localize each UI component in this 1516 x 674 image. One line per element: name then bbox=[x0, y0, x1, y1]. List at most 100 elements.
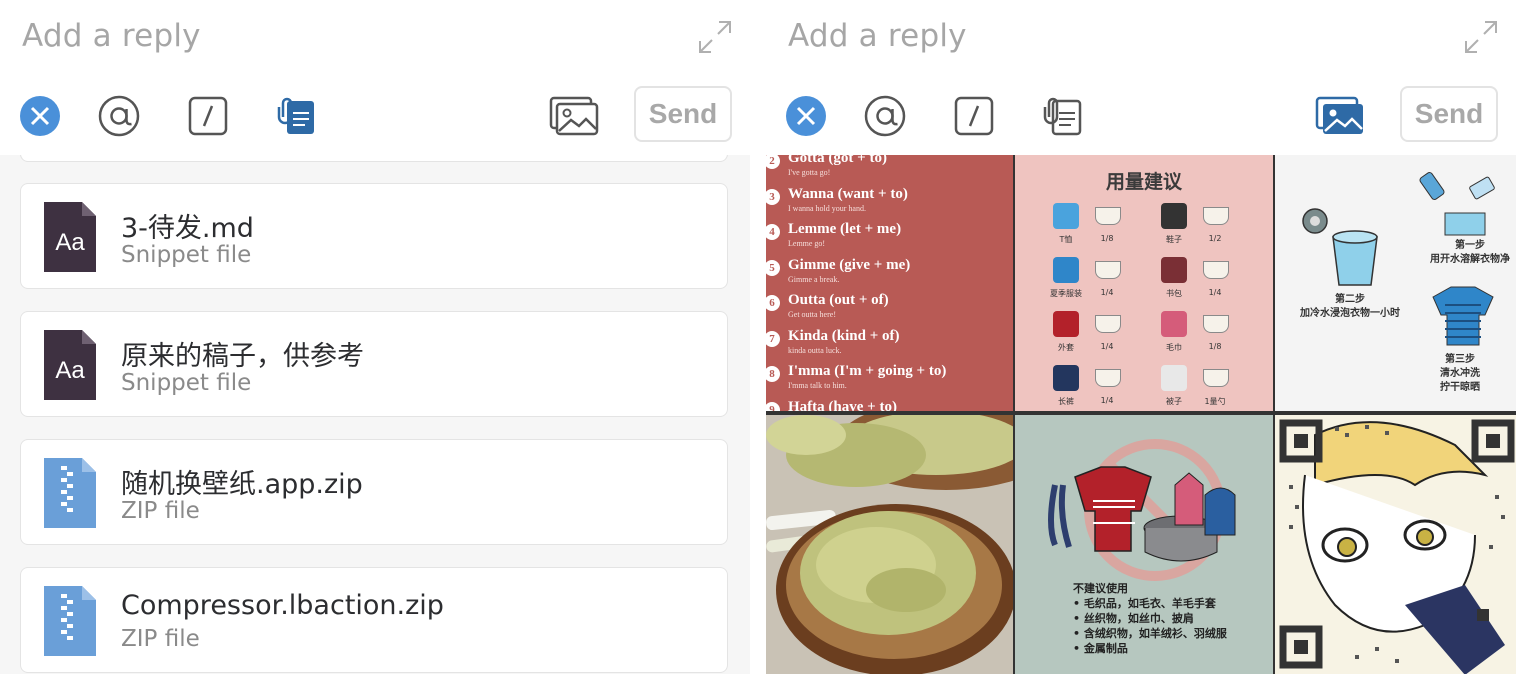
expand-icon[interactable] bbox=[696, 18, 734, 56]
dosage-label: 外套 bbox=[1058, 343, 1074, 352]
photo-tile-avocado[interactable] bbox=[766, 415, 1013, 674]
scoop-icon bbox=[1095, 315, 1121, 333]
not-recommended-block: 不建议使用 • 毛织品，如毛衣、羊毛手套 • 丝织物，如丝巾、披肩 • 含绒织物… bbox=[1073, 581, 1227, 656]
snippet-file-icon: Aa bbox=[44, 330, 96, 400]
scoop-icon bbox=[1095, 261, 1121, 279]
dosage-label: 鞋子 bbox=[1166, 235, 1182, 244]
dosage-label: 夏季服装 bbox=[1050, 289, 1082, 298]
phrase-text: Wanna (want + to) bbox=[788, 185, 908, 202]
step-text: 加冷水浸泡衣物一小时 bbox=[1300, 308, 1400, 319]
photo-tile-contractions[interactable]: 2 Gotta (got + to) I've gotta go! 3 Wanna (w… bbox=[766, 155, 1013, 411]
step-text: 用开水溶解衣物净 bbox=[1430, 254, 1510, 265]
file-name: 3-待发.md bbox=[121, 213, 254, 244]
phrase-example: I wanna hold your hand. bbox=[788, 203, 866, 213]
step-item: 第三步 清水冲洗 拧干晾晒 bbox=[1405, 353, 1515, 395]
phrase-row: 8 I'mma (I'm + going + to) I'mma talk to h… bbox=[766, 360, 1013, 394]
close-icon[interactable] bbox=[19, 95, 61, 137]
garment-icon bbox=[1161, 203, 1187, 229]
garment-icon bbox=[1053, 203, 1079, 229]
not-recommended-item: • 金属制品 bbox=[1073, 642, 1128, 655]
dosage-amount: 1/4 bbox=[1100, 288, 1114, 297]
snippet-thumb-text: Aa bbox=[55, 357, 85, 384]
dosage-amount: 1/2 bbox=[1208, 234, 1222, 243]
slash-command-icon[interactable] bbox=[953, 95, 995, 137]
phrase-number: 2 bbox=[766, 155, 780, 169]
step-item: 第一步用开水溶解衣物净 bbox=[1415, 239, 1516, 267]
phrase-example: Get outta here! bbox=[788, 310, 836, 319]
reply-input[interactable]: Add a reply bbox=[22, 18, 201, 54]
phrase-example: I've gotta go! bbox=[788, 168, 831, 177]
photo-icon[interactable] bbox=[1315, 95, 1365, 137]
not-recommended-title: 不建议使用 bbox=[1073, 582, 1128, 595]
panel-divider bbox=[750, 0, 766, 674]
step-title: 第二步 bbox=[1335, 294, 1365, 305]
list-item[interactable] bbox=[20, 155, 728, 162]
file-name: Compressor.lbaction.zip bbox=[121, 590, 444, 621]
phrase-text: Lemme (let + me) bbox=[788, 221, 902, 237]
dosage-amount: 1/8 bbox=[1100, 234, 1114, 243]
not-recommended-item: • 含绒织物，如羊绒衫、羽绒服 bbox=[1073, 627, 1227, 640]
photo-grid: 2 Gotta (got + to) I've gotta go! 3 Wanna (w… bbox=[766, 155, 1516, 674]
attachments-list: Aa 3-待发.md Snippet file Aa 原来的稿子，供参考 Sni… bbox=[0, 155, 750, 674]
phrase-text: Gotta (got + to) bbox=[788, 155, 887, 166]
send-button[interactable]: Send bbox=[1400, 86, 1498, 142]
not-recommended-item: • 丝织物，如丝巾、披肩 bbox=[1073, 612, 1194, 625]
dosage-item: 鞋子 1/2 bbox=[1155, 201, 1255, 251]
phrase-row: 5 Gimme (give + me) Gimme a break. bbox=[766, 254, 1013, 288]
photo-tile-dosage[interactable]: 用量建议 T恤 1/8 鞋子 1/2 夏季服装 1/4 书包 1/4 外套 1/4 毛巾 1/8 长裤 1… bbox=[1015, 155, 1273, 411]
phrase-row: 4 Lemme (let + me) Lemme go! bbox=[766, 218, 1013, 252]
phrase-row: 6 Outta (out + of) Get outta here! bbox=[766, 289, 1013, 323]
phrase-number: 4 bbox=[766, 224, 780, 240]
dosage-item: 毛巾 1/8 bbox=[1155, 309, 1255, 359]
mention-icon[interactable] bbox=[98, 95, 140, 137]
dosage-amount: 1/8 bbox=[1208, 342, 1222, 351]
scoop-icon bbox=[1203, 261, 1229, 279]
photo-icon[interactable] bbox=[549, 95, 599, 137]
mention-icon[interactable] bbox=[864, 95, 906, 137]
photo-tile-not-recommended[interactable]: 不建议使用 • 毛织品，如毛衣、羊毛手套 • 丝织物，如丝巾、披肩 • 含绒织物… bbox=[1015, 415, 1273, 674]
dosage-item: 被子 1量勺 bbox=[1155, 363, 1255, 411]
garment-icon bbox=[1053, 311, 1079, 337]
file-type: Snippet file bbox=[121, 370, 252, 396]
dosage-label: 毛巾 bbox=[1166, 343, 1182, 352]
phrase-example: kinda outta luck. bbox=[788, 345, 842, 355]
reply-input[interactable]: Add a reply bbox=[788, 18, 967, 54]
garment-icon bbox=[1053, 365, 1079, 391]
garment-icon bbox=[1161, 311, 1187, 337]
send-button[interactable]: Send bbox=[634, 86, 732, 142]
dosage-title: 用量建议 bbox=[1105, 171, 1182, 193]
close-icon[interactable] bbox=[785, 95, 827, 137]
phrase-example: Gimme a break. bbox=[788, 274, 840, 284]
file-card[interactable]: 随机换壁纸.app.zip ZIP file bbox=[20, 439, 728, 545]
file-card[interactable]: Aa 原来的稿子，供参考 Snippet file bbox=[20, 311, 728, 417]
avocado-toast-photo bbox=[766, 415, 1013, 674]
slash-command-icon[interactable] bbox=[187, 95, 229, 137]
attach-file-icon[interactable] bbox=[1041, 95, 1083, 137]
attach-file-icon[interactable] bbox=[275, 95, 317, 137]
dosage-label: T恤 bbox=[1059, 235, 1073, 244]
phrase-number: 3 bbox=[766, 188, 780, 205]
phrase-text: Gimme (give + me) bbox=[788, 256, 911, 273]
dosage-label: 被子 bbox=[1166, 397, 1182, 406]
scoop-icon bbox=[1095, 369, 1121, 387]
phrase-row: 7 Kinda (kind + of) kinda outta luck. bbox=[766, 325, 1013, 359]
file-card[interactable]: Aa 3-待发.md Snippet file bbox=[20, 183, 728, 289]
file-type: ZIP file bbox=[121, 626, 200, 652]
phrase-example: Lemme go! bbox=[788, 239, 826, 248]
dosage-item: T恤 1/8 bbox=[1047, 201, 1147, 251]
snippet-thumb-text: Aa bbox=[55, 229, 85, 256]
garment-icon bbox=[1161, 257, 1187, 283]
dosage-item: 长裤 1/4 bbox=[1047, 363, 1147, 411]
photo-tile-steps[interactable]: 第一步用开水溶解衣物净第二步加冷水浸泡衣物一小时第三步 清水冲洗 拧干晾晒 bbox=[1275, 155, 1516, 411]
photo-tile-qr[interactable] bbox=[1275, 415, 1516, 674]
phrase-text: Outta (out + of) bbox=[788, 292, 889, 308]
file-card[interactable]: Compressor.lbaction.zip ZIP file bbox=[20, 567, 728, 673]
file-name: 原来的稿子，供参考 bbox=[121, 341, 364, 372]
phrase-number: 8 bbox=[766, 366, 780, 382]
garment-icon bbox=[1161, 365, 1187, 391]
phrase-number: 7 bbox=[766, 330, 780, 347]
file-type: Snippet file bbox=[121, 242, 252, 268]
phrase-row: 2 Gotta (got + to) I've gotta go! bbox=[766, 155, 1013, 181]
step-title: 第一步 bbox=[1455, 240, 1485, 251]
expand-icon[interactable] bbox=[1462, 18, 1500, 56]
